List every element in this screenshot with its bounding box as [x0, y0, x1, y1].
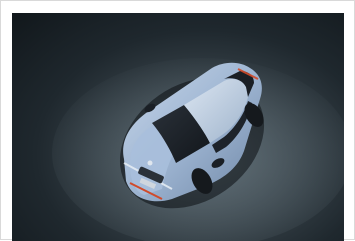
image-frame: [0, 0, 355, 241]
brand-logo: [147, 160, 153, 166]
car-illustration: [52, 58, 344, 241]
car-photo: [12, 13, 344, 241]
